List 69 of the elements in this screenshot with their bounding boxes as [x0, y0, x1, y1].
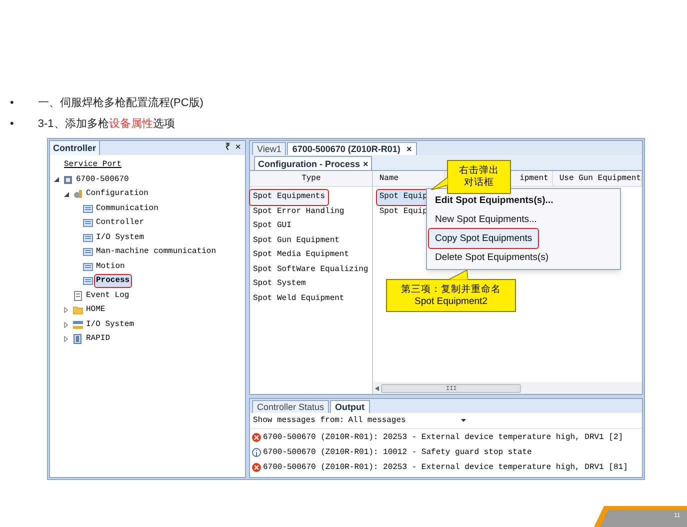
config-tab[interactable]: Configuration - Process × — [254, 156, 372, 170]
pin-icon[interactable]: ₹ — [225, 143, 232, 153]
menu-item[interactable]: New Spot Equipments... — [429, 210, 618, 229]
menu-item[interactable]: Copy Spot Equipments — [429, 229, 538, 248]
tree-item[interactable]: Process — [95, 275, 131, 288]
log-message: 6700-500670 (Z010R-R01): 20253 - External device temperature high, DRV1 [81] — [263, 462, 628, 474]
book-icon — [73, 334, 83, 344]
expanded-icon[interactable] — [54, 177, 61, 182]
callout-text: 第三项：复制并重命名 — [400, 284, 502, 296]
close-icon[interactable]: × — [406, 143, 412, 155]
tree-item[interactable]: RAPID — [85, 333, 112, 346]
type-list-item[interactable]: Spot Weld Equipment — [250, 292, 348, 306]
type-list-item[interactable]: Spot Error Handling — [250, 204, 348, 219]
bullet-icon: • — [10, 95, 14, 112]
table-icon — [83, 262, 93, 272]
bullet-text: 一、伺服焊枪多枪配置流程(PC版) — [38, 96, 204, 111]
output-tab[interactable]: Output — [330, 400, 370, 413]
menu-item[interactable]: Delete Spot Equipments(s) — [429, 248, 618, 267]
type-list-item[interactable]: Spot Media Equipment — [250, 248, 352, 262]
close-icon[interactable]: × — [235, 143, 241, 153]
close-icon[interactable]: × — [363, 157, 368, 170]
error-icon — [252, 433, 261, 442]
type-list-item[interactable]: Spot SoftWare Equalizing — [250, 262, 372, 277]
callout-text: Spot Equipment2 — [414, 296, 488, 308]
document-icon — [73, 290, 83, 301]
type-list-item[interactable]: Spot GUI — [250, 219, 294, 234]
table-icon — [83, 232, 93, 243]
tree-item[interactable]: HOME — [85, 304, 106, 316]
document-tab[interactable]: View1 — [252, 142, 286, 155]
type-list-item[interactable]: Spot Gun Equipment — [250, 234, 342, 248]
controller-icon — [63, 174, 73, 185]
service-port-link[interactable]: Service Port — [63, 159, 123, 172]
log-message: 6700-500670 (Z010R-R01): 20253 - External device temperature high, DRV1 [2] — [263, 432, 624, 444]
type-list-item[interactable]: Spot System — [250, 277, 309, 292]
tree-item[interactable]: Event Log — [85, 290, 130, 302]
message-filter-dropdown[interactable]: All messages — [348, 414, 468, 426]
table-icon — [83, 218, 93, 228]
column-header[interactable]: Use Gun Equipment — [553, 171, 642, 186]
tree-item[interactable]: Motion — [95, 260, 126, 273]
table-icon — [83, 204, 93, 214]
type-list-item[interactable]: Spot Equipments — [250, 190, 328, 204]
tree-item[interactable]: I/O System — [85, 318, 136, 331]
log-message: 6700-500670 (Z010R-R01): 10012 - Safety guard stop state — [263, 446, 532, 458]
collapsed-icon[interactable] — [64, 336, 71, 342]
bullet-icon: • — [10, 116, 14, 132]
info-icon — [252, 448, 261, 457]
error-icon — [252, 463, 261, 472]
collapsed-icon[interactable] — [64, 322, 71, 328]
filter-label: Show messages from: — [253, 414, 344, 426]
tree-item[interactable]: Man-machine communication — [95, 246, 218, 258]
document-tab[interactable]: 6700-500670 (Z010R-R01) × — [287, 142, 417, 155]
expanded-icon[interactable] — [64, 192, 71, 197]
tree-item[interactable]: Controller — [95, 217, 146, 230]
tree-item[interactable]: I/O System — [95, 232, 146, 244]
tree-item[interactable]: 6700-500670 — [75, 174, 130, 186]
callout-text: 对话框 — [463, 177, 495, 189]
column-header[interactable]: Type — [250, 171, 372, 187]
menu-item[interactable]: Edit Spot Equipments(s)... — [429, 191, 618, 210]
collapsed-icon[interactable] — [64, 307, 71, 314]
table-icon — [83, 247, 93, 258]
panel-title[interactable]: Controller — [50, 141, 100, 155]
table-icon — [83, 276, 93, 286]
bullet-text: 3-1、添加多枪设备属性选项 — [38, 116, 175, 132]
folder-icon — [73, 305, 83, 316]
tree-item[interactable]: Communication — [95, 202, 160, 215]
callout-text: 右击弹出 — [458, 165, 500, 177]
io-icon — [73, 320, 83, 330]
output-tab[interactable]: Controller Status — [252, 400, 330, 413]
tree-item[interactable]: Configuration — [85, 188, 150, 200]
